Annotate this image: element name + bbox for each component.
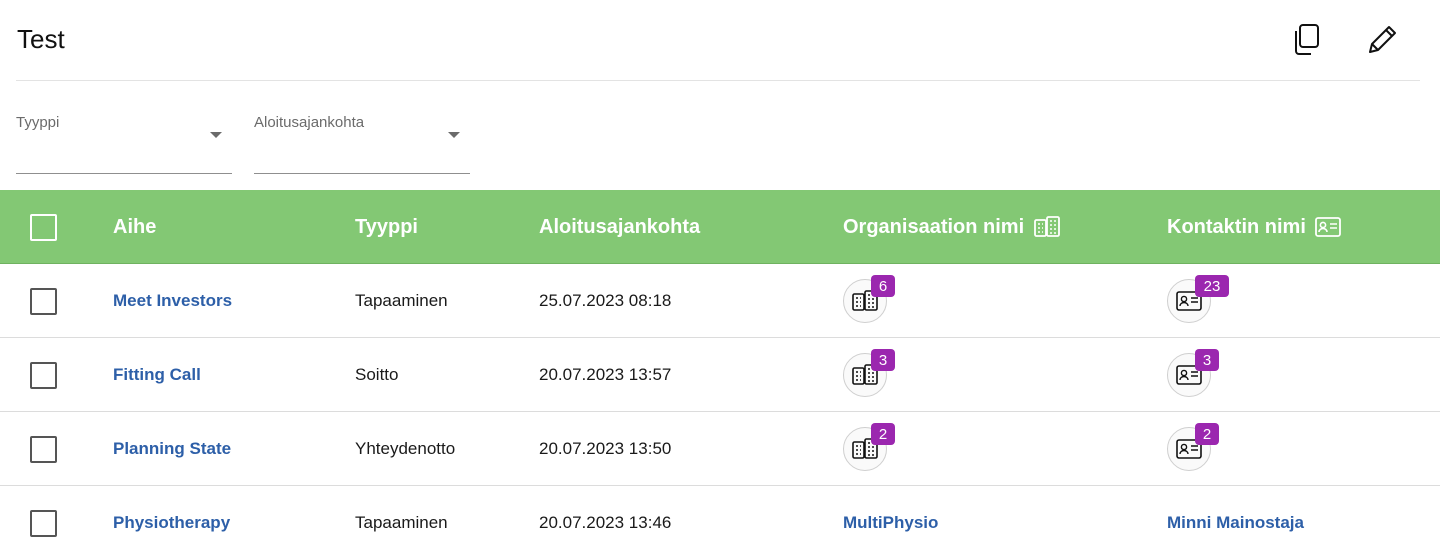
row-checkbox[interactable] [30,436,57,463]
type-cell: Tapaaminen [355,291,448,310]
edit-button[interactable] [1364,22,1400,58]
type-filter-label: Tyyppi [16,114,60,131]
column-header-subject[interactable]: Aihe [113,190,156,264]
table-row[interactable]: Fitting Call Soitto 20.07.2023 13:57 3 3 [0,338,1440,412]
page-title: Test [17,24,65,54]
row-checkbox[interactable] [30,288,57,315]
pencil-icon [1369,26,1396,53]
type-filter-select[interactable]: Tyyppi [16,108,232,174]
column-subject-label: Aihe [113,215,157,238]
table-row[interactable]: Physiotherapy Tapaaminen 20.07.2023 13:4… [0,486,1440,559]
chevron-down-icon [210,132,222,138]
column-contact-label: Kontaktin nimi [1167,215,1306,238]
start-time-cell: 25.07.2023 08:18 [539,291,672,310]
organizations-chip[interactable]: 6 [843,275,895,323]
contact-count-badge: 23 [1195,275,1229,297]
contact-card-icon [1314,217,1341,237]
type-cell: Soitto [355,365,399,384]
contacts-chip[interactable]: 23 [1167,275,1229,323]
copy-icon [1295,24,1319,55]
organization-count-badge: 3 [871,349,895,371]
organizations-chip[interactable]: 3 [843,349,895,397]
start-time-filter-label: Aloitusajankohta [254,114,365,131]
contact-count-badge: 2 [1195,423,1219,445]
column-header-type[interactable]: Tyyppi [355,190,418,264]
subject-link[interactable]: Physiotherapy [113,513,230,533]
start-time-cell: 20.07.2023 13:50 [539,439,672,458]
column-header-start[interactable]: Aloitusajankohta [539,190,700,264]
organization-count-badge: 2 [871,423,895,445]
contact-link[interactable]: Minni Mainostaja [1167,513,1304,533]
start-time-cell: 20.07.2023 13:46 [539,513,672,532]
start-time-filter-select[interactable]: Aloitusajankohta [254,108,470,174]
column-organization-label: Organisaation nimi [843,215,1025,238]
column-start-label: Aloitusajankohta [539,215,701,238]
start-time-cell: 20.07.2023 13:57 [539,365,672,384]
column-header-contact[interactable]: Kontaktin nimi [1167,190,1341,264]
contacts-chip[interactable]: 2 [1167,423,1219,471]
contacts-chip[interactable]: 3 [1167,349,1219,397]
copy-button[interactable] [1288,22,1324,58]
table-row[interactable]: Meet Investors Tapaaminen 25.07.2023 08:… [0,264,1440,338]
table-row[interactable]: Planning State Yhteydenotto 20.07.2023 1… [0,412,1440,486]
chevron-down-icon [448,132,460,138]
select-all-checkbox[interactable] [30,214,57,241]
table-header: Aihe Tyyppi Aloitusajankohta Organisaati… [0,190,1440,264]
subject-link[interactable]: Fitting Call [113,365,201,385]
subject-link[interactable]: Planning State [113,439,231,459]
subject-link[interactable]: Meet Investors [113,291,232,311]
buildings-icon [1033,216,1061,238]
page-header: Test [16,0,1420,81]
organization-count-badge: 6 [871,275,895,297]
row-checkbox[interactable] [30,510,57,537]
activities-table: Aihe Tyyppi Aloitusajankohta Organisaati… [0,190,1440,559]
type-cell: Yhteydenotto [355,439,456,458]
column-header-organization[interactable]: Organisaation nimi [843,190,1061,264]
contact-count-badge: 3 [1195,349,1219,371]
organizations-chip[interactable]: 2 [843,423,895,471]
row-checkbox[interactable] [30,362,57,389]
column-type-label: Tyyppi [355,215,418,238]
organization-link[interactable]: MultiPhysio [843,513,938,533]
type-cell: Tapaaminen [355,513,448,532]
